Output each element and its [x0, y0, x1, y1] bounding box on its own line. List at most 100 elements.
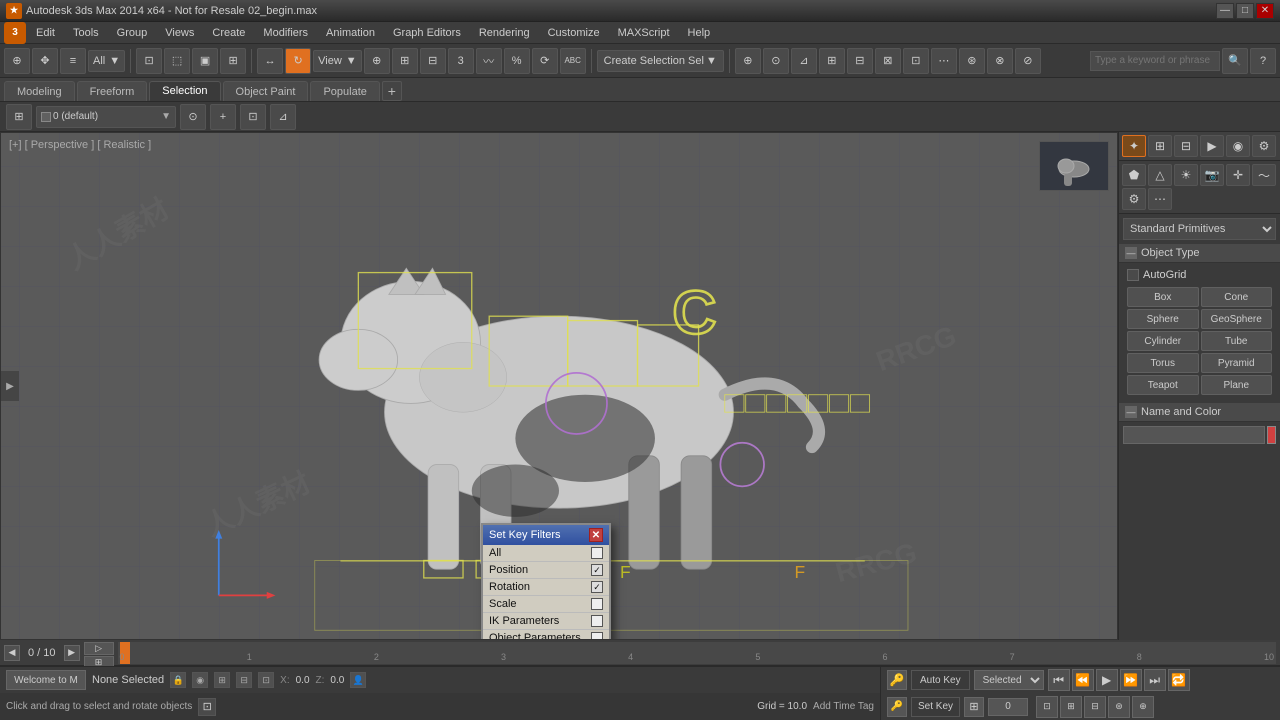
welcome-box[interactable]: Welcome to M	[6, 670, 86, 690]
extra-btn-d[interactable]: ⊛	[1108, 696, 1130, 718]
extra-btn-e[interactable]: ⊕	[1132, 696, 1154, 718]
status-icon-d[interactable]: ⊡	[258, 672, 274, 688]
status-icon-a[interactable]: ◉	[192, 672, 208, 688]
curve-btn[interactable]: 〰	[476, 48, 502, 74]
tab-populate[interactable]: Populate	[310, 81, 379, 101]
percent-btn[interactable]: %	[504, 48, 530, 74]
toolbar-btn-e[interactable]: ⊟	[847, 48, 873, 74]
dialog-close-button[interactable]: ✕	[589, 528, 603, 542]
filter-all-checkbox[interactable]	[591, 547, 603, 559]
panel-icon-hierarchy[interactable]: ⊟	[1174, 135, 1198, 157]
extra-btn-b[interactable]: ⊞	[1060, 696, 1082, 718]
tab-object-paint[interactable]: Object Paint	[223, 81, 309, 101]
menu-tools[interactable]: Tools	[65, 25, 107, 41]
toolbar-btn-b[interactable]: ⊙	[763, 48, 789, 74]
filter-position[interactable]: Position	[483, 562, 609, 579]
filter-rotation-checkbox[interactable]	[591, 581, 603, 593]
select-box-btn[interactable]: ▣	[192, 48, 218, 74]
menu-rendering[interactable]: Rendering	[471, 25, 538, 41]
secondary-btn-c[interactable]: ⊡	[240, 104, 266, 130]
pyramid-btn[interactable]: Pyramid	[1201, 353, 1273, 373]
maximize-button[interactable]: □	[1236, 3, 1254, 19]
layer-icon[interactable]: ⊞	[6, 104, 32, 130]
panel-geometry-icon[interactable]: ⬟	[1122, 164, 1146, 186]
status-icon-b[interactable]: ⊞	[214, 672, 230, 688]
panel-type-dropdown[interactable]: Standard Primitives	[1123, 218, 1276, 240]
frame-input[interactable]	[988, 698, 1028, 716]
panel-icon-create[interactable]: ✦	[1122, 135, 1146, 157]
layer-selector[interactable]: 0 (default) ▼	[36, 106, 176, 128]
close-button[interactable]: ✕	[1256, 3, 1274, 19]
track-btn-top[interactable]: ▷	[84, 642, 114, 655]
tube-btn[interactable]: Tube	[1201, 331, 1273, 351]
timeline-frames[interactable]: 0 1 2 3 4 5 6 7 8 10	[118, 642, 1276, 664]
dialog-title-bar[interactable]: Set Key Filters ✕	[483, 525, 609, 545]
snap2-btn[interactable]: ⊞	[392, 48, 418, 74]
name-color-section-header[interactable]: — Name and Color	[1119, 403, 1280, 422]
viewport[interactable]: [+] [ Perspective ] [ Realistic ] 人人素材 R…	[0, 132, 1118, 640]
mirror-btn[interactable]: ⊟	[420, 48, 446, 74]
tab-freeform[interactable]: Freeform	[77, 81, 148, 101]
menu-graph-editors[interactable]: Graph Editors	[385, 25, 469, 41]
filter-ik-params[interactable]: IK Parameters	[483, 613, 609, 630]
toolbar-btn-j[interactable]: ⊗	[987, 48, 1013, 74]
filter-obj-checkbox[interactable]	[591, 632, 603, 640]
snap-btn[interactable]: ⊕	[364, 48, 390, 74]
panel-light-icon[interactable]: ☀	[1174, 164, 1198, 186]
add-tab-button[interactable]: +	[382, 81, 402, 101]
panel-more-icon[interactable]: ⋯	[1148, 188, 1172, 210]
key-icon-2[interactable]: 🔑	[887, 697, 907, 717]
menu-edit[interactable]: Edit	[28, 25, 63, 41]
play-btn[interactable]: ▶	[1096, 669, 1118, 691]
autogrid-checkbox[interactable]	[1127, 269, 1139, 281]
layer-btn[interactable]: ≡	[60, 48, 86, 74]
cone-btn[interactable]: Cone	[1201, 287, 1273, 307]
cylinder-btn[interactable]: Cylinder	[1127, 331, 1199, 351]
toolbar-btn-f[interactable]: ⊠	[875, 48, 901, 74]
goto-end-btn[interactable]: ⏭	[1144, 669, 1166, 691]
panel-spacewarp-icon[interactable]: 〜	[1252, 164, 1276, 186]
filter-scale-checkbox[interactable]	[591, 598, 603, 610]
toggle-icon[interactable]: ⊡	[198, 698, 216, 716]
move-btn[interactable]: ↔	[257, 48, 283, 74]
toolbar-btn-k[interactable]: ⊘	[1015, 48, 1041, 74]
lock-icon[interactable]: 🔒	[170, 672, 186, 688]
teapot-btn[interactable]: Teapot	[1127, 375, 1199, 395]
filter-all[interactable]: All	[483, 545, 609, 562]
menu-create[interactable]: Create	[204, 25, 253, 41]
help-btn[interactable]: ?	[1250, 48, 1276, 74]
search-input[interactable]	[1090, 51, 1220, 71]
menu-modifiers[interactable]: Modifiers	[255, 25, 316, 41]
select-btn[interactable]: ⊡	[136, 48, 162, 74]
toolbar-btn-a[interactable]: ⊕	[735, 48, 761, 74]
viewport-dropdown[interactable]: View ▼	[313, 50, 362, 72]
tab-selection[interactable]: Selection	[149, 81, 220, 101]
menu-customize[interactable]: Customize	[540, 25, 608, 41]
panel-icon-motion[interactable]: ▶	[1200, 135, 1224, 157]
menu-views[interactable]: Views	[157, 25, 202, 41]
status-icon-c[interactable]: ⊟	[236, 672, 252, 688]
secondary-btn-b[interactable]: +	[210, 104, 236, 130]
search-btn[interactable]: 🔍	[1222, 48, 1248, 74]
num3-btn[interactable]: 3	[448, 48, 474, 74]
extra-btn-a[interactable]: ⊡	[1036, 696, 1058, 718]
timeline-prev-btn[interactable]: ◀	[4, 645, 20, 661]
viewport-left-arrow[interactable]: ▶	[1, 371, 19, 401]
toolbar-btn-g[interactable]: ⊡	[903, 48, 929, 74]
panel-icon-utilities[interactable]: ⚙	[1252, 135, 1276, 157]
rotate-btn[interactable]: ↻	[285, 48, 311, 74]
move-tool-btn[interactable]: ✥	[32, 48, 58, 74]
panel-shape-icon[interactable]: △	[1148, 164, 1172, 186]
transform-btn[interactable]: ⊞	[220, 48, 246, 74]
extra-btn-c[interactable]: ⊟	[1084, 696, 1106, 718]
filter-obj-params[interactable]: Object Parameters	[483, 630, 609, 640]
panel-icon-modify[interactable]: ⊞	[1148, 135, 1172, 157]
selected-dropdown[interactable]: Selected	[974, 670, 1044, 690]
panel-system-icon[interactable]: ⚙	[1122, 188, 1146, 210]
panel-camera-icon[interactable]: 📷	[1200, 164, 1224, 186]
filter-ik-checkbox[interactable]	[591, 615, 603, 627]
set-key-button[interactable]: Set Key	[911, 697, 960, 717]
next-frame-btn[interactable]: ⏩	[1120, 669, 1142, 691]
menu-group[interactable]: Group	[109, 25, 156, 41]
geosphere-btn[interactable]: GeoSphere	[1201, 309, 1273, 329]
